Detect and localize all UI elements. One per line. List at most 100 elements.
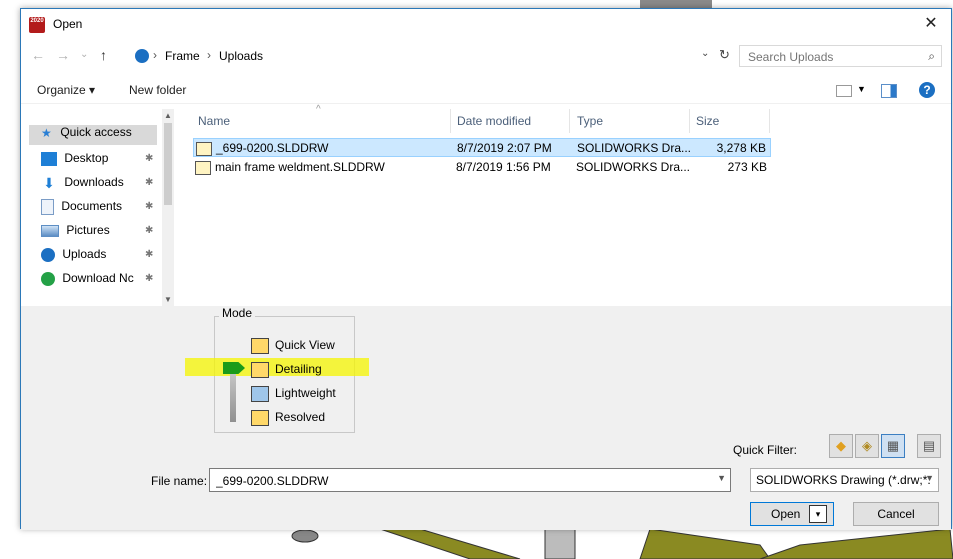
mode-option-label: Quick View <box>275 338 335 353</box>
uploads-location-icon <box>135 49 149 63</box>
filter-drawings-icon[interactable]: ▦ <box>881 434 905 458</box>
file-date: 8/7/2019 1:56 PM <box>456 160 551 174</box>
column-divider[interactable] <box>450 109 451 133</box>
file-name-field[interactable]: ▼ <box>209 468 731 492</box>
sidebar-item-label: Download Nc <box>62 271 134 285</box>
quick-view-icon <box>251 338 269 354</box>
filter-top-level-assemblies-icon[interactable]: ▤ <box>917 434 941 458</box>
column-header-date-modified[interactable]: Date modified <box>457 114 531 128</box>
scrollbar-thumb[interactable] <box>164 123 172 205</box>
download-nc-icon <box>41 271 55 286</box>
organize-button[interactable]: Organize ▾ <box>37 83 95 97</box>
address-bar[interactable]: › Frame › Uploads <box>131 45 722 67</box>
column-divider[interactable] <box>569 109 570 133</box>
filter-parts-icon[interactable]: ◆ <box>829 434 853 458</box>
refresh-icon[interactable]: ↻ <box>719 47 730 63</box>
change-view-icon[interactable] <box>836 85 852 97</box>
file-row[interactable]: _699-0200.SLDDRW 8/7/2019 2:07 PM SOLIDW… <box>193 138 771 157</box>
command-bar: Organize ▾ New folder ▼ ? <box>21 81 951 104</box>
file-date: 8/7/2019 2:07 PM <box>457 141 552 155</box>
file-name: main frame weldment.SLDDRW <box>215 160 385 174</box>
sidebar-item-quick-access[interactable]: ★ Quick access <box>29 125 157 145</box>
mode-option-quick-view[interactable]: Quick View <box>251 338 335 356</box>
search-input[interactable] <box>746 49 910 65</box>
mode-option-label: Detailing <box>275 362 322 377</box>
file-name-label: File name: <box>151 474 208 488</box>
column-divider[interactable] <box>769 109 770 133</box>
mode-option-lightweight[interactable]: Lightweight <box>251 386 336 404</box>
pin-icon[interactable]: ✱ <box>145 201 153 212</box>
close-button[interactable]: ✕ <box>911 9 951 39</box>
back-arrow-icon[interactable]: ← <box>31 47 45 63</box>
address-dropdown-icon[interactable]: ⌄ <box>701 48 709 59</box>
scroll-down-icon[interactable]: ▼ <box>164 295 172 304</box>
column-header-name[interactable]: Name <box>198 114 230 128</box>
file-type-select[interactable]: SOLIDWORKS Drawing (*.drw;*. ▼ <box>750 468 939 492</box>
sidebar-item-label: Uploads <box>62 247 107 261</box>
sidebar-item-desktop[interactable]: Desktop ✱ <box>41 151 153 171</box>
mode-option-label: Lightweight <box>275 386 336 401</box>
file-name-input[interactable] <box>214 473 708 489</box>
slddrw-file-icon <box>195 160 211 175</box>
help-icon[interactable]: ? <box>919 82 935 98</box>
sidebar-item-downloads[interactable]: ⬇ Downloads ✱ <box>41 174 153 195</box>
file-type-dropdown-icon[interactable]: ▼ <box>925 473 934 483</box>
pin-icon[interactable]: ✱ <box>145 249 153 260</box>
breadcrumb-frame[interactable]: Frame <box>165 49 200 63</box>
mode-option-resolved[interactable]: Resolved <box>251 410 325 428</box>
sidebar-item-download-nc[interactable]: Download Nc ✱ <box>41 271 153 291</box>
file-row[interactable]: main frame weldment.SLDDRW 8/7/2019 1:56… <box>193 158 771 177</box>
sidebar-item-documents[interactable]: Documents ✱ <box>41 199 153 219</box>
file-name-dropdown-icon[interactable]: ▼ <box>717 473 726 483</box>
breadcrumb-uploads[interactable]: Uploads <box>219 49 263 63</box>
scroll-up-icon[interactable]: ▲ <box>164 111 172 120</box>
new-folder-button[interactable]: New folder <box>129 83 186 97</box>
open-button[interactable]: Open ▾ <box>750 502 834 526</box>
up-arrow-icon[interactable]: ↑ <box>100 47 107 63</box>
pin-icon[interactable]: ✱ <box>145 273 153 284</box>
open-options-dropdown-icon[interactable]: ▾ <box>809 505 827 523</box>
search-icon[interactable]: ⌕ <box>928 49 935 64</box>
solidworks-app-icon: 2020 <box>29 17 45 33</box>
sidebar-item-pictures[interactable]: Pictures ✱ <box>41 223 153 243</box>
sidebar-item-label: Pictures <box>66 223 110 237</box>
navigation-bar: ← → ⌄ ↑ › Frame › Uploads ⌄ ↻ ⌕ <box>21 45 951 69</box>
navigation-pane: ★ Quick access Desktop ✱ ⬇ Downloads ✱ D… <box>21 109 174 306</box>
mode-legend: Mode <box>219 306 256 320</box>
view-options-dropdown-icon[interactable]: ▼ <box>857 84 866 94</box>
cancel-button[interactable]: Cancel <box>853 502 939 526</box>
open-button-label: Open <box>771 507 801 521</box>
mode-option-detailing[interactable]: Detailing <box>251 362 322 380</box>
open-dialog: 2020 Open ✕ ← → ⌄ ↑ › Frame › Uploads ⌄ … <box>20 8 952 530</box>
pin-icon[interactable]: ✱ <box>145 225 153 236</box>
pin-icon[interactable]: ✱ <box>145 153 153 164</box>
sidebar-item-label: Quick access <box>60 125 132 139</box>
file-type: SOLIDWORKS Dra... <box>576 160 691 174</box>
column-divider[interactable] <box>689 109 690 133</box>
file-size: 3,278 KB <box>716 141 766 155</box>
column-header-type[interactable]: Type <box>577 114 603 128</box>
filter-assemblies-icon[interactable]: ◈ <box>855 434 879 458</box>
title-bar: 2020 Open ✕ <box>21 9 951 39</box>
pictures-icon <box>41 224 59 237</box>
document-icon <box>41 199 54 215</box>
search-box[interactable]: ⌕ <box>739 45 942 67</box>
sidebar-item-label: Desktop <box>64 151 109 165</box>
star-icon: ★ <box>41 125 52 140</box>
recent-locations-icon[interactable]: ⌄ <box>80 49 88 60</box>
breadcrumb-separator: › <box>153 48 157 62</box>
download-icon: ⬇ <box>43 174 55 191</box>
file-size: 273 KB <box>727 160 767 174</box>
pin-icon[interactable]: ✱ <box>145 177 153 188</box>
forward-arrow-icon[interactable]: → <box>56 47 70 63</box>
window-title: Open <box>53 17 83 31</box>
lightweight-icon <box>251 386 269 402</box>
dialog-footer: Mode Quick View Detailing Lightweight Re… <box>21 306 951 530</box>
preview-pane-icon[interactable] <box>881 84 897 98</box>
file-type-value: SOLIDWORKS Drawing (*.drw;*. <box>756 473 931 487</box>
file-name: _699-0200.SLDDRW <box>216 141 329 155</box>
sort-ascending-icon: ^ <box>316 104 321 115</box>
column-header-size[interactable]: Size <box>696 114 719 128</box>
breadcrumb-separator: › <box>207 48 211 62</box>
sidebar-item-uploads[interactable]: Uploads ✱ <box>41 247 153 267</box>
